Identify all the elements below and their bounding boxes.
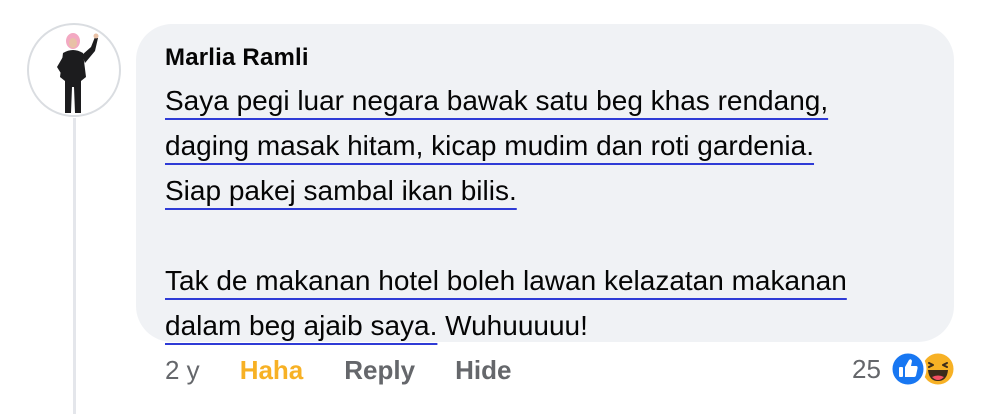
comment-actions: 2 y Haha Reply Hide — [165, 355, 511, 386]
comment-timestamp[interactable]: 2 y — [165, 355, 200, 386]
comment-link-text[interactable]: dalam beg ajaib saya. — [165, 310, 437, 341]
reply-button[interactable]: Reply — [344, 355, 415, 386]
thread-line — [73, 118, 76, 414]
comment-link-text[interactable]: daging masak hitam, kicap mudim dan roti… — [165, 130, 814, 161]
comment-line: Siap pakej sambal ikan bilis. — [165, 168, 945, 213]
comment-line: daging masak hitam, kicap mudim dan roti… — [165, 123, 945, 168]
avatar-image — [57, 33, 99, 113]
hide-button[interactable]: Hide — [455, 355, 511, 386]
comment-plain-text: Wuhuuuuu! — [437, 310, 588, 341]
comment-line: Tak de makanan hotel boleh lawan kelazat… — [165, 258, 945, 303]
like-icon — [889, 350, 927, 388]
comment-line: Saya pegi luar negara bawak satu beg kha… — [165, 78, 945, 123]
comment-line: dalam beg ajaib saya. Wuhuuuuu! — [165, 303, 945, 348]
comment-body: Saya pegi luar negara bawak satu beg kha… — [165, 78, 945, 348]
comment-link-text[interactable]: Tak de makanan hotel boleh lawan kelazat… — [165, 265, 847, 296]
comment-author[interactable]: Marlia Ramli — [165, 44, 309, 72]
reaction-summary[interactable]: 25 — [852, 350, 957, 388]
comment-link-text[interactable]: Siap pakej sambal ikan bilis. — [165, 175, 517, 206]
avatar[interactable] — [27, 23, 121, 117]
reaction-count: 25 — [852, 353, 881, 384]
comment-link-text[interactable]: Saya pegi luar negara bawak satu beg kha… — [165, 85, 828, 116]
haha-reaction-button[interactable]: Haha — [240, 355, 304, 386]
